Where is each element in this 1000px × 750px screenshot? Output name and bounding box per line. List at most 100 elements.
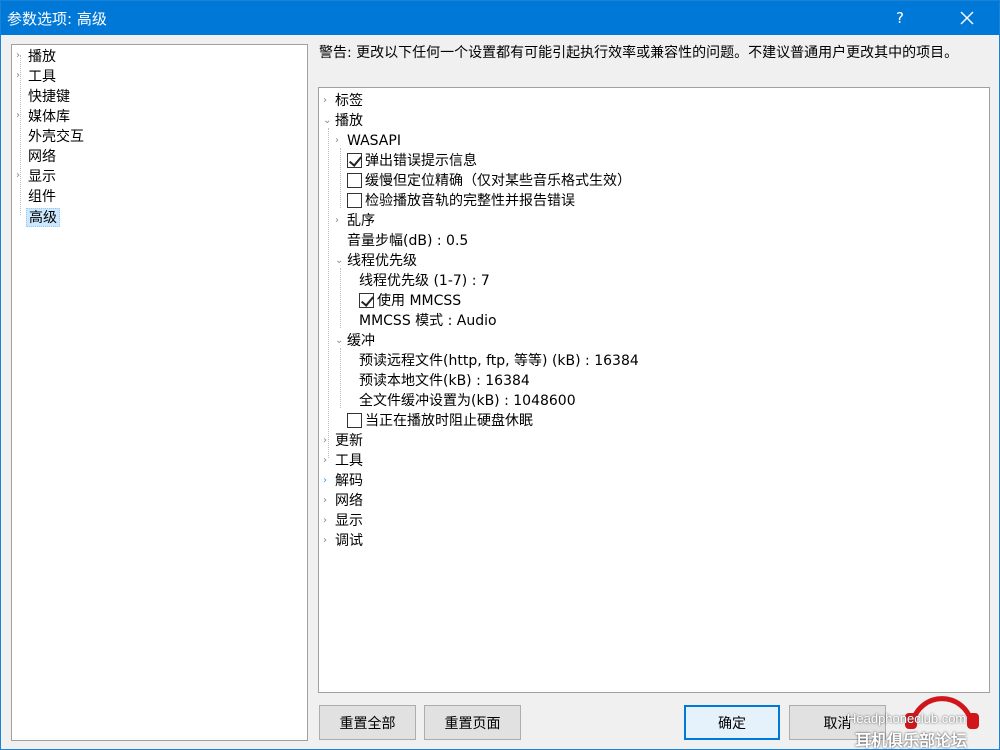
tree-node-playback[interactable]: ⌄ 播放 [323, 111, 363, 131]
advanced-settings-tree: › 标签 ⌄ 播放 › WASAPI 弹出错误提示信息 缓慢但定位精确（仅对某些… [318, 87, 990, 693]
nav-item-network[interactable]: 网络 [12, 147, 307, 167]
chevron-right-icon[interactable]: › [16, 110, 24, 122]
tree-node-decoding[interactable]: › 解码 [323, 471, 363, 491]
tree-node-buffer[interactable]: ⌄ 缓冲 [335, 331, 375, 351]
nav-item-label: 网络 [28, 149, 56, 165]
option-label: MMCSS 模式 : Audio [359, 313, 497, 329]
nav-item-label: 高级 [26, 208, 60, 227]
tree-node-label: 网络 [335, 493, 363, 509]
nav-item-label: 外壳交互 [28, 129, 84, 145]
watermark-logo: Headphoneclub.com 耳机俱乐部论坛 [841, 681, 1000, 750]
nav-item-playback[interactable]: › 播放 [12, 47, 307, 67]
nav-item-tools[interactable]: › 工具 [12, 67, 307, 87]
tree-node-label: 标签 [335, 93, 363, 109]
option-label: 弹出错误提示信息 [365, 153, 477, 169]
chevron-down-icon[interactable]: ⌄ [335, 331, 345, 351]
help-button[interactable]: ? [877, 1, 923, 35]
chevron-right-icon[interactable]: › [335, 131, 345, 151]
option-prefetch-local[interactable]: 预读本地文件(kB) : 16384 [359, 371, 530, 391]
nav-item-shell-integration[interactable]: 外壳交互 [12, 127, 307, 147]
tree-node-label: 更新 [335, 433, 363, 449]
tree-node-label: 播放 [335, 113, 363, 129]
option-popup-errors[interactable]: 弹出错误提示信息 [347, 151, 477, 171]
ok-button[interactable]: 确定 [684, 705, 780, 740]
option-label: 缓慢但定位精确（仅对某些音乐格式生效） [365, 173, 631, 189]
chevron-right-icon[interactable]: › [16, 70, 24, 82]
slow-seek-checkbox[interactable] [347, 173, 362, 188]
option-slow-seek[interactable]: 缓慢但定位精确（仅对某些音乐格式生效） [347, 171, 631, 191]
tree-guide-line [340, 268, 341, 328]
tree-node-label: 工具 [335, 453, 363, 469]
prevent-sleep-checkbox[interactable] [347, 413, 362, 428]
chevron-right-icon[interactable]: › [16, 170, 24, 182]
option-thread-priority-value[interactable]: 线程优先级 (1-7) : 7 [359, 271, 490, 291]
warning-text: 警告: 更改以下任何一个设置都有可能引起执行效率或兼容性的问题。不建议普通用户更… [319, 45, 959, 61]
nav-item-label: 播放 [28, 49, 56, 65]
verify-tracks-checkbox[interactable] [347, 193, 362, 208]
chevron-right-icon[interactable]: › [323, 431, 333, 451]
option-volume-step[interactable]: 音量步幅(dB) : 0.5 [347, 231, 468, 251]
tree-node-network[interactable]: › 网络 [323, 491, 363, 511]
option-use-mmcss[interactable]: 使用 MMCSS [359, 291, 461, 311]
option-label: 预读远程文件(http, ftp, 等等) (kB) : 16384 [359, 353, 639, 369]
use-mmcss-checkbox[interactable] [359, 293, 374, 308]
watermark-text: Headphoneclub.com [847, 711, 967, 726]
tree-node-label: 显示 [335, 513, 363, 529]
close-button[interactable] [944, 1, 990, 35]
option-label: 音量步幅(dB) : 0.5 [347, 233, 469, 249]
window-title: 参数选项: 高级 [7, 10, 107, 28]
nav-item-label: 组件 [28, 189, 56, 205]
tree-node-debug[interactable]: › 调试 [323, 531, 363, 551]
nav-item-shortcuts[interactable]: 快捷键 [12, 87, 307, 107]
chevron-right-icon[interactable]: › [323, 531, 333, 551]
option-label: 检验播放音轨的完整性并报告错误 [365, 193, 575, 209]
option-prevent-sleep[interactable]: 当正在播放时阻止硬盘休眠 [347, 411, 533, 431]
tree-node-tools[interactable]: › 工具 [323, 451, 363, 471]
nav-item-components[interactable]: 组件 [12, 187, 307, 207]
chevron-right-icon[interactable]: › [323, 471, 333, 491]
chevron-down-icon[interactable]: ⌄ [323, 111, 333, 131]
chevron-down-icon[interactable]: ⌄ [335, 251, 345, 271]
tree-node-thread-priority[interactable]: ⌄ 线程优先级 [335, 251, 417, 271]
option-label: 线程优先级 (1-7) : 7 [359, 273, 490, 289]
help-icon: ? [896, 9, 904, 27]
settings-nav-tree: › 播放 › 工具 快捷键 › 媒体库 外壳交互 网络 › 显示 组件 高级 [11, 44, 308, 741]
tree-node-wasapi[interactable]: › WASAPI [335, 131, 401, 151]
nav-item-display[interactable]: › 显示 [12, 167, 307, 187]
tree-guide-line [340, 348, 341, 408]
tree-node-label: WASAPI [347, 133, 401, 149]
option-full-buffer[interactable]: 全文件缓冲设置为(kB) : 1048600 [359, 391, 576, 411]
tree-node-update[interactable]: › 更新 [323, 431, 363, 451]
nav-item-advanced[interactable]: 高级 [12, 207, 307, 227]
tree-node-tags[interactable]: › 标签 [323, 91, 363, 111]
nav-item-label: 显示 [28, 169, 56, 185]
close-icon [960, 11, 974, 25]
chevron-right-icon[interactable]: › [16, 50, 24, 62]
tree-node-shuffle[interactable]: › 乱序 [335, 211, 375, 231]
option-label: 使用 MMCSS [377, 293, 462, 309]
tree-guide-line [328, 128, 329, 458]
chevron-right-icon[interactable]: › [323, 491, 333, 511]
option-label: 当正在播放时阻止硬盘休眠 [365, 413, 533, 429]
option-verify-tracks[interactable]: 检验播放音轨的完整性并报告错误 [347, 191, 575, 211]
tree-node-display[interactable]: › 显示 [323, 511, 363, 531]
chevron-right-icon[interactable]: › [323, 91, 333, 111]
option-mmcss-mode[interactable]: MMCSS 模式 : Audio [359, 311, 497, 331]
chevron-right-icon[interactable]: › [323, 451, 333, 471]
tree-node-label: 缓冲 [347, 333, 375, 349]
popup-errors-checkbox[interactable] [347, 153, 362, 168]
reset-all-button[interactable]: 重置全部 [319, 705, 416, 740]
title-bar: 参数选项: 高级 ? [1, 1, 999, 35]
option-label: 预读本地文件(kB) : 16384 [359, 373, 530, 389]
tree-guide-line [340, 148, 341, 208]
watermark-cn-text: 耳机俱乐部论坛 [855, 731, 968, 750]
chevron-right-icon[interactable]: › [335, 211, 345, 231]
nav-item-label: 工具 [28, 69, 56, 85]
option-label: 全文件缓冲设置为(kB) : 1048600 [359, 393, 576, 409]
option-prefetch-remote[interactable]: 预读远程文件(http, ftp, 等等) (kB) : 16384 [359, 351, 639, 371]
tree-node-label: 解码 [335, 473, 363, 489]
reset-page-button[interactable]: 重置页面 [424, 705, 521, 740]
nav-item-media-library[interactable]: › 媒体库 [12, 107, 307, 127]
chevron-right-icon[interactable]: › [323, 511, 333, 531]
tree-node-label: 调试 [335, 533, 363, 549]
